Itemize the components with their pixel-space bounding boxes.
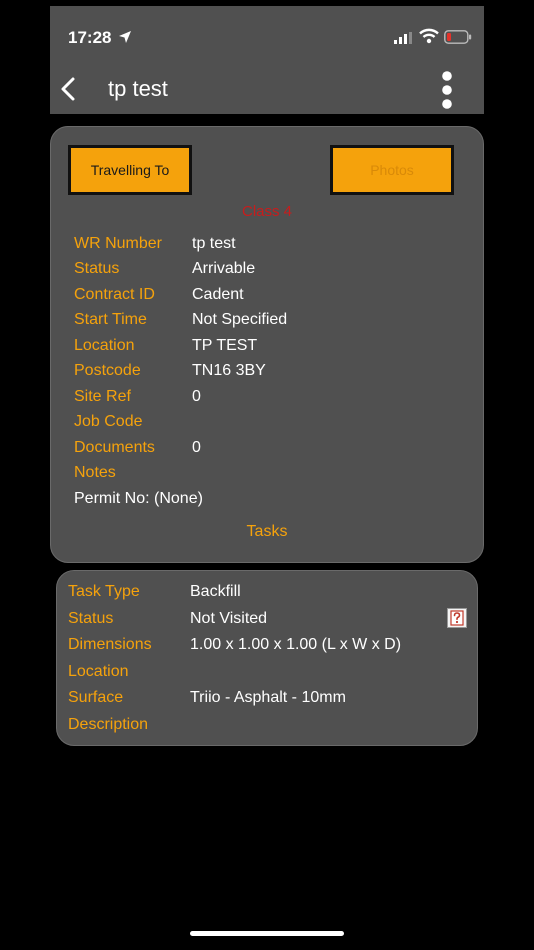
field-label: Location — [74, 337, 135, 354]
job-details-card: Travelling To Photos Class 4 WR Number t… — [50, 126, 484, 563]
field-label: Start Time — [74, 311, 147, 328]
field-label: Status — [74, 260, 120, 277]
page-title: tp test — [108, 76, 168, 101]
nav-bar: tp test — [50, 64, 484, 114]
class-label: Class 4 — [241, 203, 293, 220]
location-arrow-icon — [119, 31, 131, 43]
task-value: Not Visited — [190, 610, 268, 627]
travelling-to-button[interactable]: Travelling To — [68, 145, 192, 195]
app-header: 17:28 tp test — [50, 6, 484, 114]
field-value: TN16 3BY — [192, 362, 266, 379]
task-label: Surface — [68, 689, 124, 706]
task-label: Description — [68, 716, 149, 733]
more-vertical-icon[interactable] — [436, 68, 458, 112]
field-value: tp test — [192, 235, 236, 252]
status-bar: 17:28 — [50, 6, 484, 64]
field-value: Cadent — [192, 286, 244, 303]
field-label: Site Ref — [74, 388, 131, 405]
field-label: Notes — [74, 464, 116, 481]
home-indicator[interactable] — [190, 931, 344, 936]
permit-number: Permit No: (None) — [74, 490, 203, 507]
help-icon[interactable] — [447, 608, 467, 628]
field-value: TP TEST — [192, 337, 258, 354]
wifi-icon — [419, 28, 439, 44]
task-value: 1.00 x 1.00 x 1.00 (L x W x D) — [190, 636, 402, 653]
field-value: 0 — [192, 439, 201, 456]
task-label: Task Type — [68, 583, 140, 600]
tasks-link[interactable]: Tasks — [51, 520, 483, 544]
screen: 17:28 tp test Travelling To Photos Class… — [0, 0, 534, 950]
field-label: WR Number — [74, 235, 163, 252]
chevron-left-icon[interactable] — [58, 76, 80, 102]
task-value: Backfill — [190, 583, 241, 600]
field-label: Job Code — [74, 413, 143, 430]
battery-icon — [444, 30, 472, 44]
task-card[interactable]: Task Type Backfill Status Not Visited Di… — [56, 570, 478, 746]
task-label: Location — [68, 663, 129, 680]
status-time: 17:28 — [68, 28, 112, 47]
photos-button[interactable]: Photos — [330, 145, 454, 195]
task-value: Triio - Asphalt - 10mm — [190, 689, 346, 706]
field-label: Postcode — [74, 362, 141, 379]
task-label: Dimensions — [68, 636, 152, 653]
field-value: Arrivable — [192, 260, 256, 277]
signal-icon — [394, 32, 412, 44]
field-value: Not Specified — [192, 311, 288, 328]
task-label: Status — [68, 610, 114, 627]
field-label: Documents — [74, 439, 155, 456]
field-label: Contract ID — [74, 286, 155, 303]
field-value: 0 — [192, 388, 201, 405]
